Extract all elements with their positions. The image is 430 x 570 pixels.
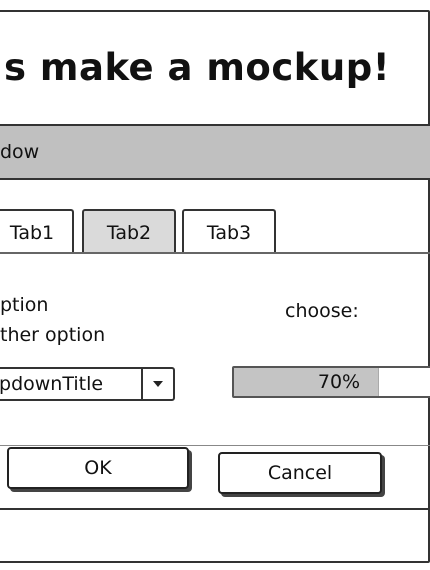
tab-3[interactable]: Tab3 <box>182 209 276 253</box>
dropdown-select[interactable]: ropdownTitle <box>0 367 175 401</box>
tab-label: Tab2 <box>106 222 152 244</box>
dropdown-button[interactable] <box>141 369 173 399</box>
mockup-title: t's make a mockup! <box>0 46 391 89</box>
button-separator <box>0 445 430 446</box>
tab-label: Tab1 <box>9 222 55 244</box>
tab-divider <box>0 252 430 254</box>
tab-2[interactable]: Tab2 <box>82 209 176 253</box>
dropdown-selected-value: ropdownTitle <box>0 373 104 395</box>
window-title: dow <box>0 141 40 163</box>
progress-label: 70% <box>317 371 361 393</box>
option-1-label[interactable]: ption <box>0 294 48 316</box>
option-2-label[interactable]: ther option <box>0 324 105 346</box>
chevron-down-icon <box>153 381 163 387</box>
tab-1[interactable]: Tab1 <box>0 209 74 253</box>
window-titlebar[interactable] <box>0 124 430 180</box>
mockup-canvas: t's make a mockup! dow Tab1 Tab2 Tab3 pt… <box>0 0 430 570</box>
progress-bar: 70% <box>232 366 430 398</box>
cancel-button[interactable]: Cancel <box>218 452 382 494</box>
choose-label: choose: <box>285 300 359 322</box>
ok-button[interactable]: OK <box>7 447 189 489</box>
tab-label: Tab3 <box>206 222 252 244</box>
